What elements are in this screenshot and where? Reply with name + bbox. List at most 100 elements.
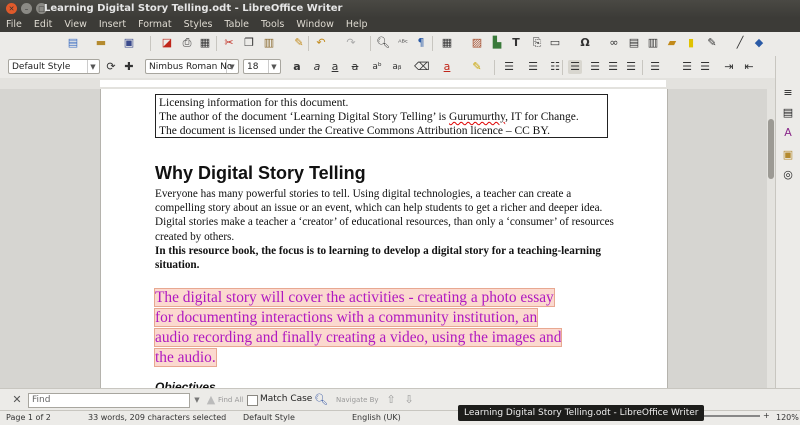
font-name-value: Nimbus Roman No	[149, 62, 233, 72]
minimize-window-button[interactable]: –	[21, 3, 32, 14]
copy-icon[interactable]: ❐	[242, 36, 256, 50]
paragraph-style-select[interactable]: Default Style ▼	[8, 59, 100, 74]
properties-icon[interactable]: ▤	[781, 106, 795, 120]
menu-insert[interactable]: Insert	[93, 18, 132, 32]
increase-indent-icon[interactable]: ⇥	[722, 60, 736, 74]
menu-format[interactable]: Format	[132, 18, 177, 32]
insert-table-icon[interactable]: ▦	[440, 36, 454, 50]
insert-chart-icon[interactable]: ▙	[490, 36, 504, 50]
decrease-spacing-icon[interactable]: ☰	[698, 60, 712, 74]
paste-icon[interactable]: ▥	[262, 36, 276, 50]
menu-help[interactable]: Help	[340, 18, 374, 32]
italic-icon[interactable]: a	[310, 60, 324, 74]
export-pdf-icon[interactable]: ◪	[160, 36, 174, 50]
arrow-up-icon[interactable]: ⇧	[384, 393, 398, 407]
arrow-down-icon[interactable]: ⇩	[402, 393, 416, 407]
new-style-icon[interactable]: ✚	[122, 60, 136, 74]
sticky-note-icon[interactable]: ▮	[684, 36, 698, 50]
highlight-color-icon[interactable]: ✎	[470, 60, 484, 74]
align-right-icon[interactable]: ☰	[606, 60, 620, 74]
undo-icon[interactable]: ↶	[314, 36, 328, 50]
match-case-checkbox[interactable]	[247, 395, 258, 406]
subscript-icon[interactable]: aᵦ	[390, 60, 404, 74]
font-name-select[interactable]: Nimbus Roman No ▼	[145, 59, 239, 74]
formatting-marks-icon[interactable]: ¶	[414, 36, 428, 50]
find-all-button[interactable]: Find All	[218, 396, 243, 404]
page-style[interactable]: Default Style	[243, 413, 295, 422]
find-replace-icon[interactable]: 🔍︎	[376, 36, 390, 50]
track-changes-icon[interactable]: ✎	[705, 36, 719, 50]
spelling-icon[interactable]: ᴬᴮᶜ	[396, 36, 410, 50]
update-style-icon[interactable]: ⟳	[104, 60, 118, 74]
superscript-icon[interactable]: aᵇ	[370, 60, 384, 74]
chevron-down-icon[interactable]: ▼	[226, 60, 237, 73]
open-folder-icon[interactable]: ▬	[94, 36, 108, 50]
bold-icon[interactable]: a	[290, 60, 304, 74]
insert-image-icon[interactable]: ▨	[470, 36, 484, 50]
basic-shapes-icon[interactable]: ◆	[752, 36, 766, 50]
new-document-icon[interactable]: ▤	[66, 36, 80, 50]
close-window-button[interactable]: ✕	[6, 3, 17, 14]
print-preview-icon[interactable]: ▦	[198, 36, 212, 50]
line-spacing-icon[interactable]: ☰	[648, 60, 662, 74]
save-icon[interactable]: ▣	[122, 36, 136, 50]
clear-formatting-icon[interactable]: ⌫	[414, 60, 430, 74]
font-color-icon[interactable]: a	[440, 60, 454, 74]
decrease-indent-icon[interactable]: ⇤	[742, 60, 756, 74]
redo-icon[interactable]: ↷	[344, 36, 358, 50]
menu-icon[interactable]: ≡	[781, 86, 795, 100]
license-textbox[interactable]: Licensing information for this document.…	[155, 94, 608, 138]
menu-file[interactable]: File	[0, 18, 28, 32]
increase-spacing-icon[interactable]: ☰	[680, 60, 694, 74]
strikethrough-icon[interactable]: a	[348, 60, 362, 74]
find-replace-icon[interactable]: 🔍︎	[314, 393, 328, 407]
menu-table[interactable]: Table	[218, 18, 255, 32]
insert-text-box-icon[interactable]: T	[509, 36, 523, 50]
find-input[interactable]: Find	[28, 393, 190, 408]
outline-icon[interactable]: ☷	[548, 60, 562, 74]
footnote-icon[interactable]: ▤	[627, 36, 641, 50]
bookmark-icon[interactable]: ▥	[646, 36, 660, 50]
gallery-icon[interactable]: ▣	[781, 148, 795, 162]
menu-tools[interactable]: Tools	[255, 18, 290, 32]
vertical-scrollbar[interactable]	[767, 89, 775, 388]
cut-icon[interactable]: ✂	[222, 36, 236, 50]
font-size-select[interactable]: 18 ▼	[243, 59, 281, 74]
special-character-icon[interactable]: Ω	[578, 36, 592, 50]
justify-icon[interactable]: ☰	[624, 60, 638, 74]
line-icon[interactable]: ╱	[733, 36, 747, 50]
selected-highlighted-text[interactable]: The digital story will cover the activit…	[153, 288, 610, 368]
highlight-line: the audio.	[154, 348, 217, 367]
standard-toolbar: ▤ ▬ ▣ ◪ ⎙ ▦ ✂ ❐ ▥ ✎ ↶ ↷ 🔍︎ ᴬᴮᶜ ¶ ▦ ▨ ▙ T…	[0, 32, 800, 57]
menu-view[interactable]: View	[58, 18, 93, 32]
insert-page-break-icon[interactable]: ⎘	[530, 36, 544, 50]
print-icon[interactable]: ⎙	[180, 36, 194, 50]
hyperlink-icon[interactable]: ∞	[607, 36, 621, 50]
chevron-down-icon[interactable]: ▼	[87, 60, 98, 73]
insert-field-icon[interactable]: ▭	[548, 36, 562, 50]
zoom-level[interactable]: 120%	[776, 413, 799, 422]
page-count[interactable]: Page 1 of 2	[6, 413, 51, 422]
find-previous-icon[interactable]: ▲	[204, 393, 218, 407]
align-center-icon[interactable]: ☰	[588, 60, 602, 74]
bullet-list-icon[interactable]: ☰	[502, 60, 516, 74]
underline-icon[interactable]: a	[328, 60, 342, 74]
scrollbar-thumb[interactable]	[768, 119, 774, 179]
navigator-icon[interactable]: ◎	[781, 168, 795, 182]
highlight-line: for documenting interactions with a comm…	[153, 308, 539, 327]
clone-formatting-icon[interactable]: ✎	[292, 36, 306, 50]
chevron-down-icon[interactable]: ▼	[268, 60, 279, 73]
menu-window[interactable]: Window	[290, 18, 339, 32]
menu-edit[interactable]: Edit	[28, 18, 58, 32]
window-title: Learning Digital Story Telling.odt - Lib…	[44, 3, 343, 14]
align-left-icon[interactable]: ☰	[568, 60, 582, 74]
objectives-heading: Objectives	[155, 380, 216, 388]
language[interactable]: English (UK)	[352, 413, 401, 422]
comment-icon[interactable]: ▰	[665, 36, 679, 50]
zoom-in-icon[interactable]: +	[763, 411, 770, 420]
close-icon[interactable]: ✕	[10, 393, 24, 407]
chevron-down-icon[interactable]: ▼	[190, 393, 204, 407]
menu-styles[interactable]: Styles	[178, 18, 219, 32]
styles-icon[interactable]: A	[781, 126, 795, 140]
numbered-list-icon[interactable]: ☰	[526, 60, 540, 74]
